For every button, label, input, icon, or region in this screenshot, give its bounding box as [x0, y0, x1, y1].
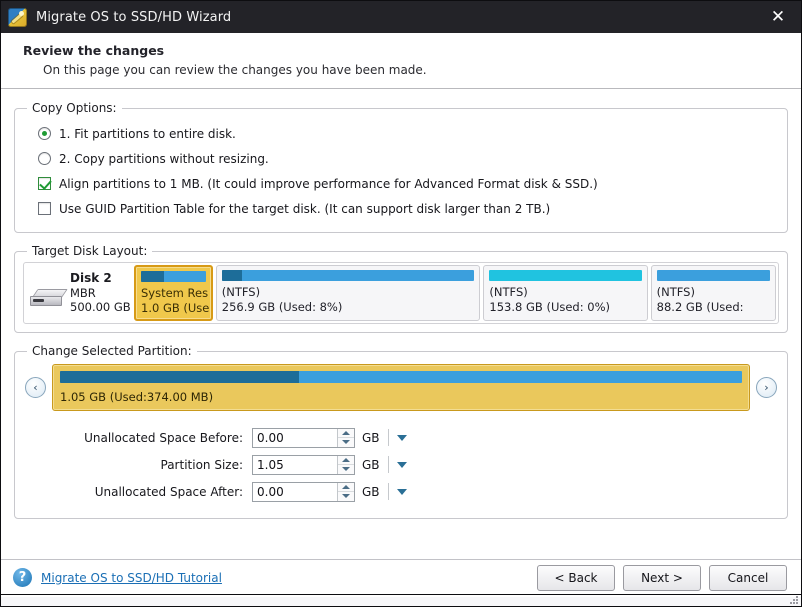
spinner-up-icon[interactable]	[338, 456, 354, 466]
checkbox-use-gpt[interactable]	[38, 202, 51, 215]
copy-options-group: Copy Options: 1. Fit partitions to entir…	[14, 101, 788, 233]
window-bottom-edge	[1, 594, 801, 606]
spinner-down-icon[interactable]	[338, 465, 354, 474]
partition-size: 256.9 GB (Used: 8%)	[222, 300, 475, 315]
cancel-button[interactable]: Cancel	[709, 565, 787, 591]
unit-label: GB	[362, 431, 380, 445]
used-space-fill	[60, 371, 299, 383]
title-bar: Migrate OS to SSD/HD Wizard ✕	[1, 1, 801, 33]
field-row-1: Unallocated Space Before:0.00 GB	[24, 424, 778, 451]
back-button[interactable]: < Back	[537, 565, 615, 591]
partition-size: 153.8 GB (Used: 0%)	[489, 300, 641, 315]
wizard-body: Copy Options: 1. Fit partitions to entir…	[1, 89, 801, 519]
partition-1[interactable]: System Res1.0 GB (Use	[134, 265, 213, 321]
field-value[interactable]: 1.05	[253, 456, 337, 474]
page-subtitle: On this page you can review the changes …	[43, 63, 801, 77]
migrate-os-wizard-window: Migrate OS to SSD/HD Wizard ✕ Review the…	[0, 0, 802, 607]
copy-options-legend: Copy Options:	[27, 101, 122, 115]
partition-size-fields: Unallocated Space Before:0.00GBPartition…	[24, 424, 778, 509]
partition-filesystem: (NTFS)	[489, 285, 641, 300]
unit-label: GB	[362, 458, 380, 472]
unit-selector[interactable]: GB	[355, 483, 407, 500]
disk-scheme: MBR	[70, 286, 131, 301]
partition-usage-bar	[489, 270, 641, 281]
tutorial-link[interactable]: Migrate OS to SSD/HD Tutorial	[41, 571, 222, 585]
partition-list: System Res1.0 GB (Use(NTFS)256.9 GB (Use…	[134, 265, 776, 321]
disk-layout-map: Disk 2 MBR 500.00 GB System Res1.0 GB (U…	[23, 262, 779, 324]
spinner-up-icon[interactable]	[338, 429, 354, 439]
close-icon[interactable]: ✕	[755, 1, 801, 33]
resize-grip[interactable]	[789, 595, 798, 604]
change-selected-partition-group: Change Selected Partition: ‹ 1.05 GB (Us…	[14, 344, 788, 519]
page-header: Review the changes On this page you can …	[1, 33, 801, 89]
partition-2[interactable]: (NTFS)256.9 GB (Used: 8%)	[216, 265, 481, 321]
partition-filesystem: (NTFS)	[657, 285, 770, 300]
partition-4[interactable]: (NTFS)88.2 GB (Used:	[651, 265, 776, 321]
chevron-down-icon[interactable]	[397, 435, 407, 441]
radio-fit-partitions[interactable]	[38, 127, 51, 140]
unit-selector[interactable]: GB	[355, 429, 407, 446]
page-title: Review the changes	[23, 43, 801, 58]
used-space-fill	[141, 271, 164, 282]
next-partition-button[interactable]: ›	[756, 377, 777, 398]
field-value[interactable]: 0.00	[253, 483, 337, 501]
next-button[interactable]: Next >	[623, 565, 701, 591]
option-use-gpt[interactable]: Use GUID Partition Table for the target …	[27, 196, 775, 221]
option-fit-partitions[interactable]: 1. Fit partitions to entire disk.	[27, 121, 775, 146]
chevron-down-icon[interactable]	[397, 489, 407, 495]
wizard-wand-icon	[8, 8, 27, 27]
partition-3[interactable]: (NTFS)153.8 GB (Used: 0%)	[483, 265, 647, 321]
footer-bar: ? Migrate OS to SSD/HD Tutorial < Back N…	[1, 559, 801, 595]
disk-capacity: 500.00 GB	[70, 300, 131, 315]
checkbox-align-partitions[interactable]	[38, 177, 51, 190]
option-label: 2. Copy partitions without resizing.	[59, 152, 269, 166]
unit-selector[interactable]: GB	[355, 456, 407, 473]
selected-partition-bar[interactable]: 1.05 GB (Used:374.00 MB)	[52, 364, 750, 411]
field-label: Partition Size:	[24, 458, 252, 472]
partition-size: 88.2 GB (Used:	[657, 300, 770, 315]
field-spinner[interactable]: 0.00	[252, 482, 355, 502]
spinner-arrows	[337, 429, 354, 447]
option-copy-without-resizing[interactable]: 2. Copy partitions without resizing.	[27, 146, 775, 171]
option-align-partitions[interactable]: Align partitions to 1 MB. (It could impr…	[27, 171, 775, 196]
selected-partition-usage-bar	[60, 371, 742, 383]
selected-partition-row: ‹ 1.05 GB (Used:374.00 MB) ›	[24, 364, 778, 411]
spinner-down-icon[interactable]	[338, 492, 354, 501]
partition-filesystem: System Res	[141, 286, 206, 301]
window-title: Migrate OS to SSD/HD Wizard	[36, 10, 231, 25]
spinner-arrows	[337, 483, 354, 501]
spinner-down-icon[interactable]	[338, 438, 354, 447]
option-label: Align partitions to 1 MB. (It could impr…	[59, 177, 598, 191]
change-selected-partition-legend: Change Selected Partition:	[27, 344, 197, 358]
spinner-arrows	[337, 456, 354, 474]
disk-info: Disk 2 MBR 500.00 GB	[26, 265, 134, 321]
footer-buttons: < Back Next > Cancel	[537, 565, 787, 591]
used-space-fill	[222, 270, 242, 281]
partition-usage-bar	[222, 270, 475, 281]
radio-copy-without-resizing[interactable]	[38, 152, 51, 165]
partition-usage-bar	[141, 271, 206, 282]
field-label: Unallocated Space After:	[24, 485, 252, 499]
field-row-2: Partition Size:1.05 GB	[24, 451, 778, 478]
field-spinner[interactable]: 1.05	[252, 455, 355, 475]
option-label: Use GUID Partition Table for the target …	[59, 202, 550, 216]
hard-disk-icon	[30, 289, 63, 306]
field-label: Unallocated Space Before:	[24, 431, 252, 445]
field-value[interactable]: 0.00	[253, 429, 337, 447]
unit-label: GB	[362, 485, 380, 499]
option-label: 1. Fit partitions to entire disk.	[59, 127, 236, 141]
selected-partition-label: 1.05 GB (Used:374.00 MB)	[60, 390, 742, 404]
target-disk-layout-legend: Target Disk Layout:	[27, 244, 152, 258]
field-row-3: Unallocated Space After:0.00 GB	[24, 478, 778, 505]
help-icon[interactable]: ?	[13, 568, 32, 587]
previous-partition-button[interactable]: ‹	[25, 377, 46, 398]
spinner-up-icon[interactable]	[338, 483, 354, 493]
target-disk-layout-group: Target Disk Layout: Disk 2 MBR 500.00 GB…	[14, 244, 788, 333]
field-spinner[interactable]: 0.00	[252, 428, 355, 448]
disk-name: Disk 2	[70, 271, 131, 286]
chevron-down-icon[interactable]	[397, 462, 407, 468]
partition-usage-bar	[657, 270, 770, 281]
partition-filesystem: (NTFS)	[222, 285, 475, 300]
partition-size: 1.0 GB (Use	[141, 301, 206, 316]
